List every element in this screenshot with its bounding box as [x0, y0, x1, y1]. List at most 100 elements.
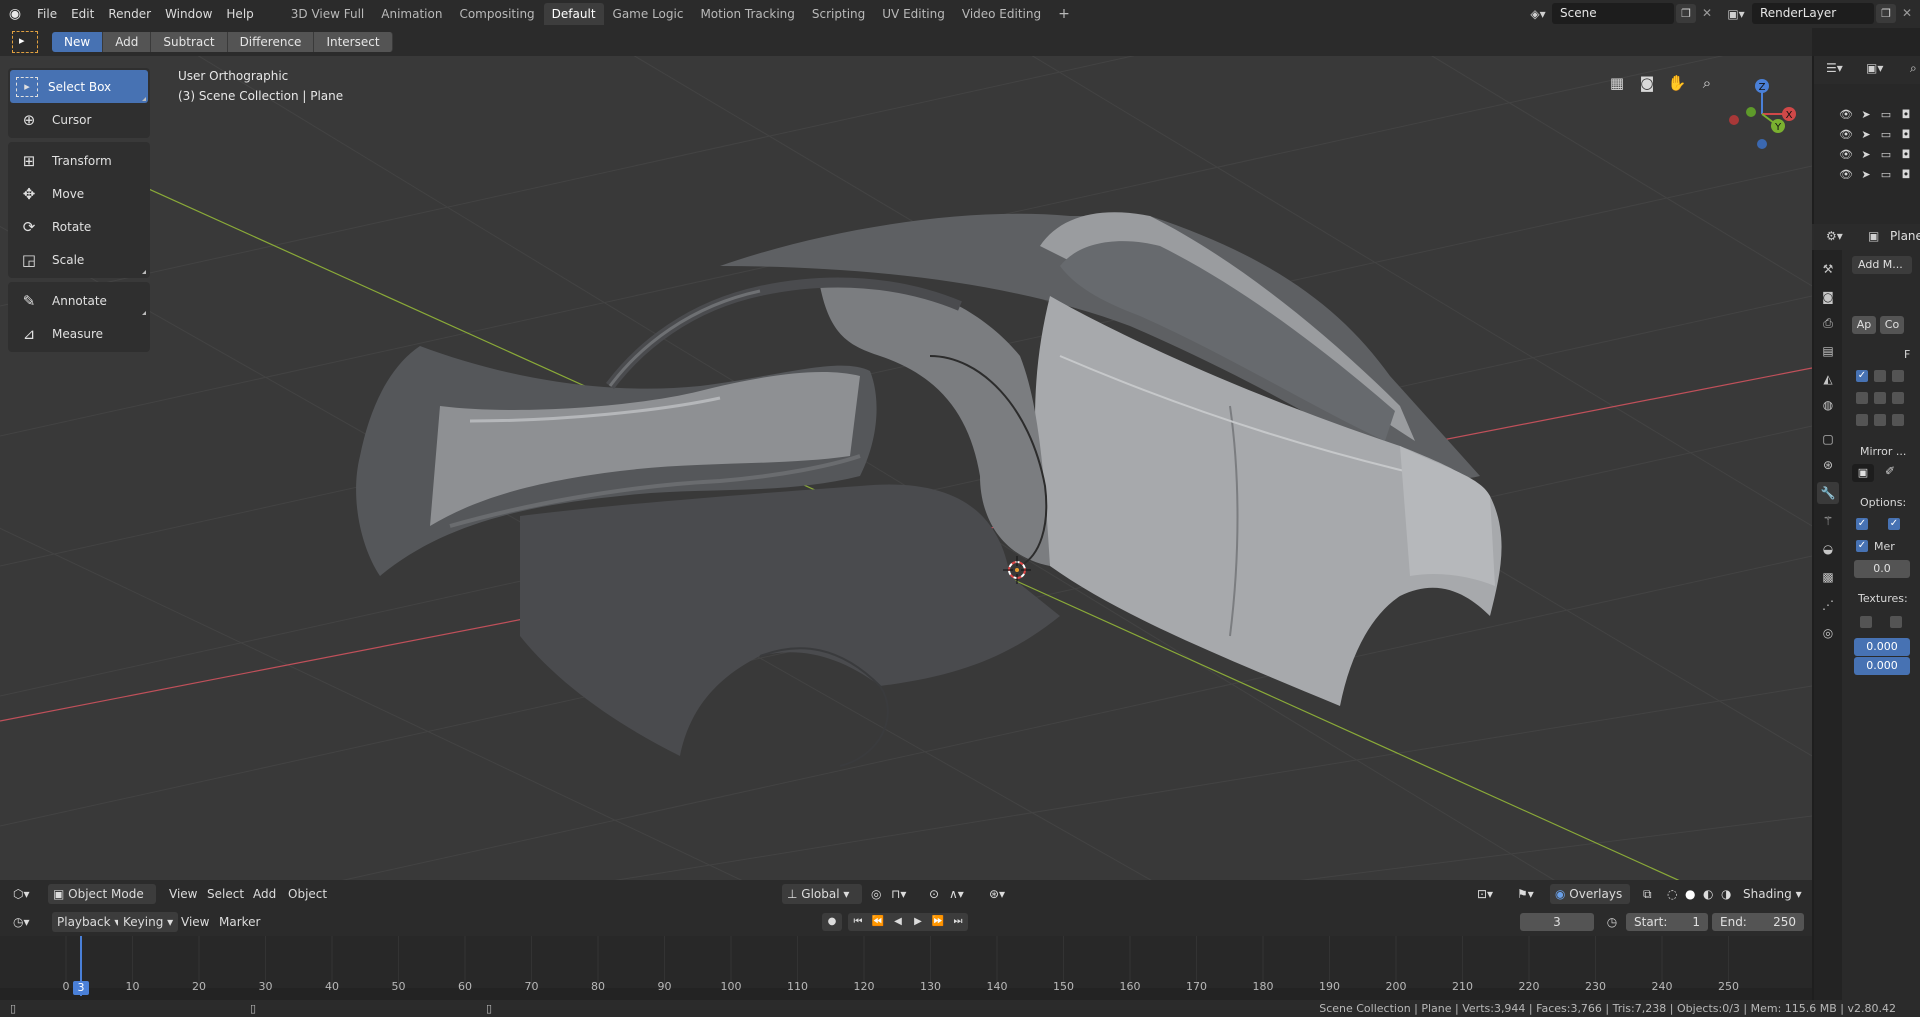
tab-world-icon[interactable]: ◍ — [1817, 394, 1839, 416]
gizmo-toggle-icon[interactable]: ⚑▾ — [1512, 884, 1539, 904]
tab-object-icon[interactable]: ▢ — [1817, 428, 1839, 450]
mirror-object-field[interactable]: ▣ — [1852, 464, 1874, 482]
object-mode-dropdown[interactable]: ▣ Object Mode ▾ — [48, 884, 156, 921]
snap-icon[interactable]: ⊓▾ — [886, 884, 911, 904]
viewport-monitor-icon[interactable]: ▭ — [1876, 148, 1896, 164]
play-button[interactable]: ▶ — [908, 913, 928, 931]
3d-viewport[interactable]: Z X Y User Orthographic (3) Scene Collec… — [0, 56, 1812, 908]
tool-scale[interactable]: ◲ Scale — [10, 243, 148, 276]
select-arrow-icon[interactable]: ➤ — [1856, 108, 1876, 124]
tab-uv-editing[interactable]: UV Editing — [874, 3, 953, 25]
add-modifier-dropdown[interactable]: Add M... — [1852, 256, 1912, 274]
playback-dropdown[interactable]: Playback ▾ — [52, 912, 126, 932]
mode-difference-button[interactable]: Difference — [227, 32, 315, 52]
blender-logo-icon[interactable]: ◉ — [0, 6, 30, 22]
camera-view-icon[interactable]: ◙ — [1633, 70, 1661, 96]
jump-keyframe-forward-button[interactable]: ⏩ — [928, 913, 948, 931]
tab-modifiers-wrench-icon[interactable]: 🔧 — [1817, 482, 1839, 504]
visibility-eye-icon[interactable]: 👁 — [1836, 108, 1856, 124]
gizmo-neg-z-icon[interactable] — [1757, 139, 1767, 149]
keying-dropdown[interactable]: Keying ▾ — [118, 912, 179, 932]
axis-z-checkbox[interactable] — [1892, 370, 1904, 382]
eyedropper-icon[interactable]: ✐ — [1880, 464, 1900, 478]
jump-keyframe-back-button[interactable]: ⏪ — [868, 913, 888, 931]
jump-end-button[interactable]: ⏭ — [948, 913, 968, 931]
scene-remove-icon[interactable]: ✕ — [1698, 4, 1716, 23]
select-arrow-icon[interactable]: ➤ — [1856, 148, 1876, 164]
flip-x-checkbox[interactable] — [1856, 414, 1868, 426]
record-button[interactable]: ● — [822, 913, 842, 931]
tool-cursor[interactable]: ⊕ Cursor — [10, 103, 148, 136]
render-camera-icon[interactable]: ◘ — [1896, 128, 1916, 144]
xray-toggle-icon[interactable]: ⧉ — [1638, 884, 1657, 904]
scene-canvas[interactable]: Z X Y — [0, 56, 1812, 908]
scene-selector-icon[interactable]: ◈▾ — [1524, 4, 1552, 24]
render-layer-remove-icon[interactable]: ✕ — [1898, 4, 1916, 23]
properties-editor-icon[interactable]: ⚙▾ — [1826, 229, 1843, 243]
merge-checkbox[interactable]: ✓ — [1856, 540, 1868, 552]
properties-panel[interactable]: ⚒ ◙ ⎙ ▤ ◭ ◍ ▢ ⊛ 🔧 ⚚ ◒ ▩ ⋰ ◎ Add M... Ap … — [1812, 250, 1920, 1000]
menu-object[interactable]: Object — [283, 884, 332, 904]
viewport-monitor-icon[interactable]: ▭ — [1876, 128, 1896, 144]
tool-measure[interactable]: ⊿ Measure — [10, 317, 148, 350]
pan-hand-icon[interactable]: ✋ — [1663, 70, 1691, 96]
tab-view-layer-icon[interactable]: ▤ — [1817, 340, 1839, 362]
outliner-row[interactable]: 👁 ➤ ▭ ◘ — [1836, 148, 1920, 164]
gizmo-neg-y-icon[interactable] — [1746, 107, 1756, 117]
tab-3d-view-full[interactable]: 3D View Full — [283, 3, 373, 25]
mode-intersect-button[interactable]: Intersect — [314, 32, 393, 52]
merge-distance-field[interactable]: 0.0 — [1854, 560, 1910, 578]
scene-copy-icon[interactable]: ❐ — [1676, 4, 1696, 23]
render-layer-copy-icon[interactable]: ❐ — [1876, 4, 1896, 23]
gizmo-neg-x-icon[interactable] — [1729, 115, 1739, 125]
car-body-mesh[interactable] — [356, 212, 1502, 767]
tab-compositing[interactable]: Compositing — [451, 3, 542, 25]
menu-render[interactable]: Render — [101, 0, 158, 28]
proportional-edit-icon[interactable]: ⊙ — [924, 884, 944, 904]
mode-new-button[interactable]: New — [52, 32, 104, 52]
tab-animation[interactable]: Animation — [373, 3, 450, 25]
visibility-eye-icon[interactable]: 👁 — [1836, 148, 1856, 164]
snap-target-icon[interactable]: ⊛▾ — [984, 884, 1010, 904]
menu-add[interactable]: Add — [248, 884, 281, 904]
outliner-row[interactable]: 👁 ➤ ▭ ◘ — [1836, 128, 1920, 144]
tab-scene-icon[interactable]: ◭ — [1817, 368, 1839, 390]
grid-view-icon[interactable]: ▦ — [1603, 70, 1631, 96]
menu-view[interactable]: View — [164, 884, 202, 904]
end-frame-field[interactable]: End: 250 — [1712, 913, 1804, 931]
editor-type-icon[interactable]: ⬡▾ — [8, 884, 35, 904]
view-object-types-icon[interactable]: ⊡▾ — [1472, 884, 1498, 904]
tab-render-icon[interactable]: ◙ — [1817, 286, 1839, 308]
tab-default[interactable]: Default — [543, 3, 604, 25]
current-frame-field[interactable]: 3 — [1520, 913, 1594, 931]
option-clipping-checkbox[interactable]: ✓ — [1888, 518, 1900, 530]
tab-game-logic[interactable]: Game Logic — [605, 3, 692, 25]
tab-video-editing[interactable]: Video Editing — [954, 3, 1049, 25]
viewport-monitor-icon[interactable]: ▭ — [1876, 168, 1896, 184]
flip-z-checkbox[interactable] — [1892, 414, 1904, 426]
transform-orientation-dropdown[interactable]: ⊥ Global ▾ — [782, 884, 862, 904]
texture-u-checkbox[interactable] — [1860, 616, 1872, 628]
add-workspace-button[interactable]: + — [1050, 3, 1078, 25]
play-reverse-button[interactable]: ◀ — [888, 913, 908, 931]
menu-window[interactable]: Window — [158, 0, 219, 28]
render-layer-field[interactable]: RenderLayer — [1752, 3, 1874, 24]
tab-particles-icon[interactable]: ⚚ — [1817, 510, 1839, 532]
tool-transform[interactable]: ⊞ Transform — [10, 144, 148, 177]
outliner-row[interactable]: 👁 ➤ ▭ ◘ — [1836, 108, 1920, 124]
tab-texture-icon[interactable]: ▩ — [1817, 566, 1839, 588]
select-arrow-icon[interactable]: ➤ — [1856, 168, 1876, 184]
flip-y-checkbox[interactable] — [1874, 414, 1886, 426]
preview-range-icon[interactable]: ◷ — [1602, 913, 1622, 931]
viewport-monitor-icon[interactable]: ▭ — [1876, 108, 1896, 124]
timeline-editor-type-icon[interactable]: ◷▾ — [8, 912, 35, 932]
start-frame-field[interactable]: Start: 1 — [1626, 913, 1708, 931]
outliner-search-icon[interactable]: ⌕ — [1910, 61, 1917, 76]
tab-constraints-icon[interactable]: ⊛ — [1817, 454, 1839, 476]
copy-button[interactable]: Co — [1880, 316, 1904, 334]
zoom-icon[interactable]: ⌕ — [1693, 70, 1721, 96]
jump-start-button[interactable]: ⏮ — [848, 913, 868, 931]
render-camera-icon[interactable]: ◘ — [1896, 148, 1916, 164]
tab-physics-icon[interactable]: ◒ — [1817, 538, 1839, 560]
menu-edit[interactable]: Edit — [64, 0, 101, 28]
